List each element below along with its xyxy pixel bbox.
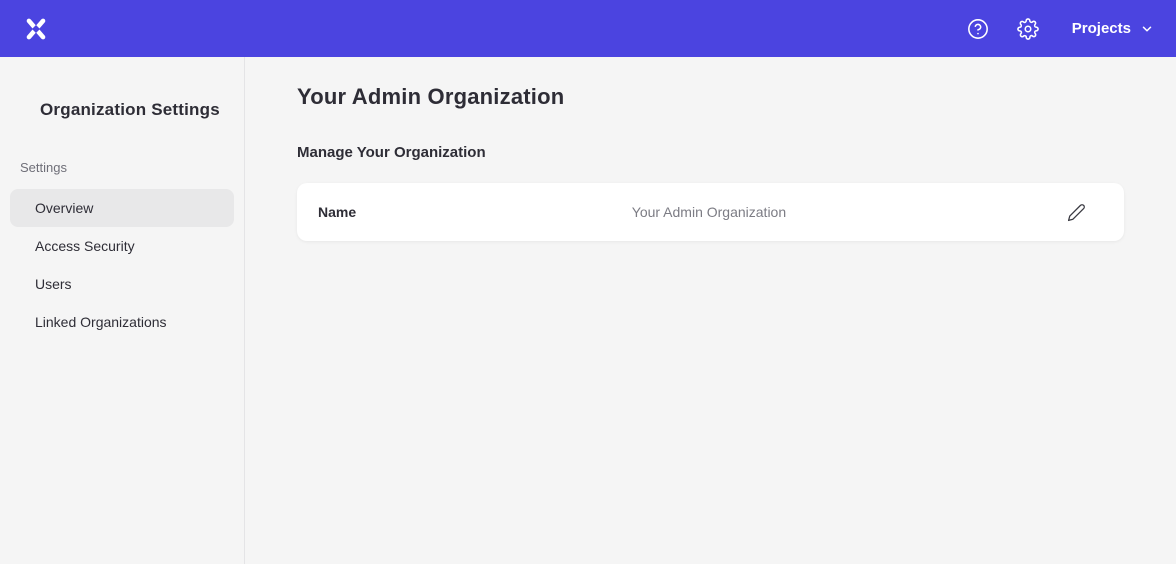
x-logo-icon: [23, 16, 49, 42]
help-button[interactable]: [966, 17, 990, 41]
brand-logo-icon[interactable]: [22, 15, 50, 43]
sidebar-section-label: Settings: [0, 160, 244, 175]
sidebar-item-access-security[interactable]: Access Security: [10, 227, 234, 265]
name-label: Name: [297, 204, 356, 220]
pencil-icon: [1067, 203, 1086, 222]
chevron-down-icon: [1140, 22, 1154, 36]
page-title: Your Admin Organization: [297, 84, 1124, 110]
edit-name-button[interactable]: [1065, 201, 1088, 224]
sidebar-item-overview[interactable]: Overview: [10, 189, 234, 227]
help-circle-icon: [967, 18, 989, 40]
sidebar-nav: Overview Access Security Users Linked Or…: [0, 189, 244, 341]
app-root: Projects Organization Settings Settings …: [0, 0, 1176, 564]
sidebar-item-linked-organizations[interactable]: Linked Organizations: [10, 303, 234, 341]
sidebar-item-users[interactable]: Users: [10, 265, 234, 303]
name-card: Name Your Admin Organization: [297, 183, 1124, 241]
topbar-actions: Projects: [966, 17, 1154, 41]
section-title: Manage Your Organization: [297, 144, 1124, 161]
projects-menu[interactable]: Projects: [1072, 20, 1154, 37]
name-value: Your Admin Organization: [632, 204, 786, 220]
gear-icon: [1017, 18, 1039, 40]
projects-label: Projects: [1072, 20, 1131, 37]
topbar: Projects: [0, 0, 1176, 57]
sidebar-title: Organization Settings: [0, 100, 244, 120]
settings-button[interactable]: [1016, 17, 1040, 41]
sidebar: Organization Settings Settings Overview …: [0, 57, 245, 564]
main-content: Your Admin Organization Manage Your Orga…: [245, 57, 1176, 564]
content-area: Organization Settings Settings Overview …: [0, 57, 1176, 564]
